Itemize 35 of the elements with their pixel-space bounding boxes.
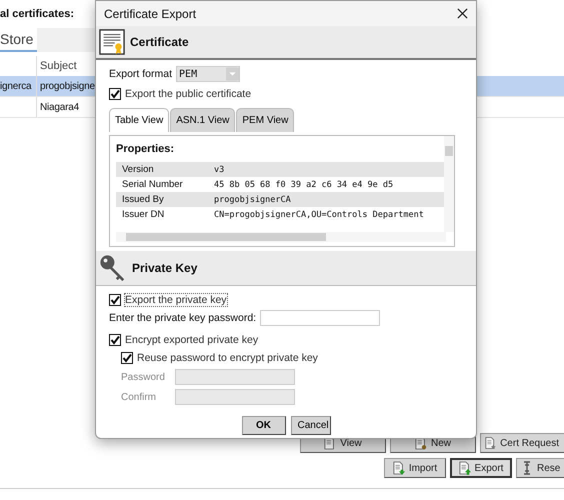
property-name: Serial Number	[122, 179, 184, 190]
field-label: Enter the private key password:	[109, 312, 256, 324]
table-cell: ignerca	[0, 81, 32, 92]
action-button[interactable]: Cert Request	[480, 433, 564, 453]
tab[interactable]: ASN.1 View	[170, 108, 236, 132]
checkbox-label: Export the private key	[125, 294, 227, 306]
cancel-button[interactable]: Cancel	[290, 416, 330, 435]
field-label: Confirm	[121, 392, 158, 402]
property-value: v3	[214, 164, 224, 174]
tab[interactable]: PEM View	[236, 108, 294, 132]
field-label: Password	[121, 372, 166, 382]
properties-heading: Properties:	[116, 142, 176, 157]
checkbox-label: Encrypt exported private key	[125, 334, 258, 346]
ok-button[interactable]: OK	[242, 416, 286, 435]
field-label: Export format	[109, 68, 172, 80]
property-name: Issued By	[122, 194, 165, 205]
table-cell: progobjsigne	[40, 80, 95, 92]
property-value: progobjsignerCA	[214, 194, 291, 204]
section-title: Certificate	[130, 35, 189, 49]
section-title: Private Key	[132, 261, 198, 275]
section-heading: al certificates:	[0, 8, 75, 22]
property-name: Version	[122, 164, 155, 175]
property-value: CN=progobjsignerCA,OU=Controls Department	[214, 210, 424, 220]
property-value: 45 8b 05 68 f0 39 a2 c6 34 e4 9e d5	[214, 180, 394, 190]
window-title: Certificate Export	[104, 6, 196, 20]
table-cell: Niagara4	[40, 102, 79, 112]
action-button[interactable]: Export	[450, 458, 512, 478]
checkbox-label: Export the public certificate	[125, 88, 252, 100]
property-name: Issuer DN	[122, 209, 166, 220]
tab[interactable]: Store	[0, 28, 38, 52]
format-dropdown[interactable]: PEM	[176, 66, 240, 82]
checkbox-label: Reuse password to encrypt private key	[137, 352, 318, 364]
action-button[interactable]: Import	[384, 458, 446, 478]
tab[interactable]: Table View	[109, 108, 170, 132]
action-button[interactable]: Rese	[516, 458, 564, 478]
